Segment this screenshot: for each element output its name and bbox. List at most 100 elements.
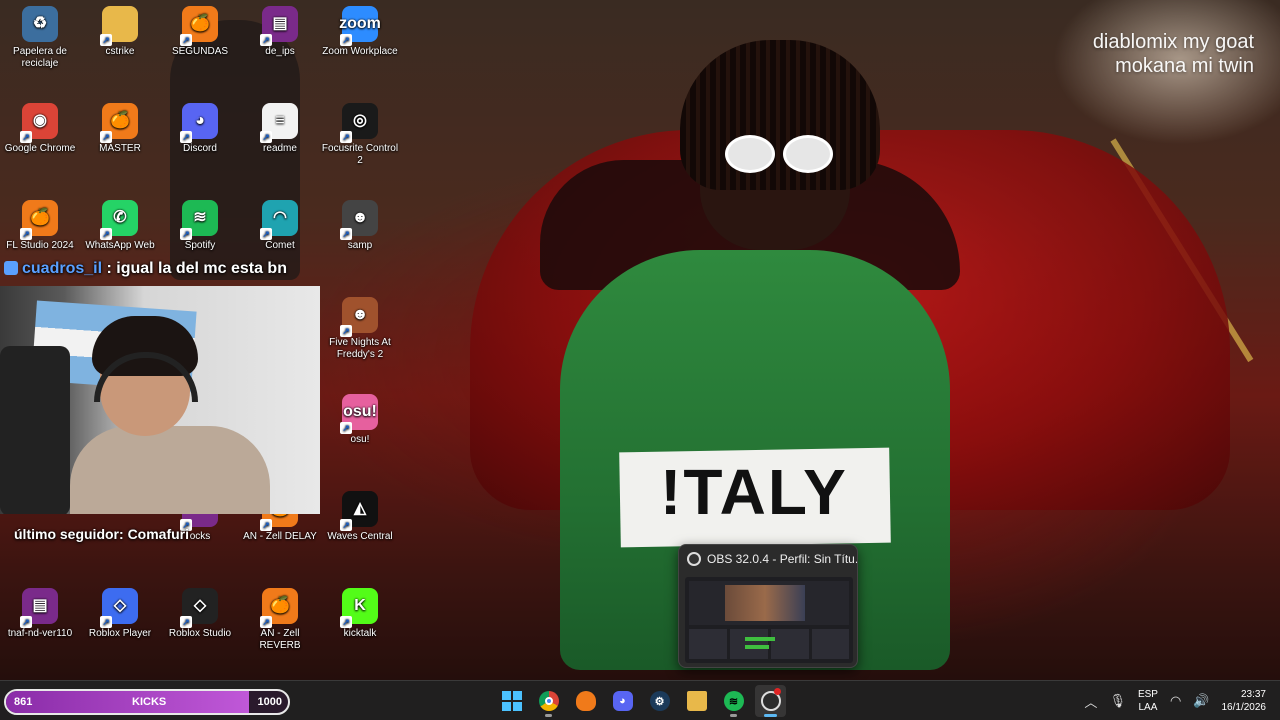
desktop-icon[interactable]: ≡readme: [240, 103, 320, 155]
stream-caption: diablomix my goat mokana mi twin: [1093, 30, 1254, 78]
obs-icon: [687, 552, 701, 566]
chat-badge-icon: [4, 261, 18, 275]
desktop-icon[interactable]: 🍊MASTER: [80, 103, 160, 155]
chevron-up-icon[interactable]: ︿: [1084, 692, 1097, 711]
chrome-icon: [538, 691, 559, 711]
chat-text: : igual la del mc esta bn: [102, 260, 287, 277]
desktop-icon[interactable]: ◉Google Chrome: [0, 103, 80, 155]
desktop-icon[interactable]: ✆WhatsApp Web: [80, 200, 160, 252]
desktop-icon-label: Roblox Player: [88, 628, 152, 639]
desktop-icon[interactable]: ☻Five Nights At Freddy's 2: [320, 297, 400, 361]
desktop-icon-label: Spotify: [184, 240, 216, 251]
desktop-icon[interactable]: osu!osu!: [320, 394, 400, 446]
windows-start-button[interactable]: [496, 685, 527, 717]
follower-label: último seguidor:: [14, 526, 128, 542]
desktop-icon[interactable]: ◠Comet: [240, 200, 320, 252]
taskbar-obs[interactable]: [755, 685, 786, 717]
follower-name: Comafuri: [127, 526, 190, 542]
desktop-icon[interactable]: ◕Discord: [160, 103, 240, 155]
desktop-icon-label: Roblox Studio: [168, 628, 232, 639]
desktop-icon-label: tnaf-nd-ver110: [7, 628, 73, 639]
taskbar-discord[interactable]: ◕: [607, 685, 638, 717]
desktop-icon[interactable]: ☻samp: [320, 200, 400, 252]
desktop-icon-label: FL Studio 2024: [6, 240, 74, 251]
taskbar: 861 KICKS 1000 ◕ ⚙ ≋ ︿ 🎙 ESP LAA ◠ 🔊 23:…: [0, 680, 1280, 720]
desktop-icon-label: de_ips: [265, 46, 295, 57]
fl-studio-icon: 🍊: [260, 588, 298, 628]
desktop-icon[interactable]: ◎Focusrite Control 2: [320, 103, 400, 167]
samp-icon: ☻: [340, 200, 378, 240]
taskbar-file-explorer[interactable]: [681, 685, 712, 717]
keyboard-layout: LAA: [1138, 702, 1158, 713]
streamer-body: [70, 426, 270, 514]
desktop-icon[interactable]: zoomZoom Workplace: [320, 6, 400, 58]
desktop-icon-label: Discord: [183, 143, 217, 154]
obs-window-preview[interactable]: OBS 32.0.4 - Perfil: Sin Títu...: [678, 544, 858, 668]
focusrite-icon: ◎: [340, 103, 378, 143]
desktop-icon-label: MASTER: [99, 143, 141, 154]
desktop-icon[interactable]: 🍊AN - Zell REVERB: [240, 588, 320, 652]
kicks-goal: 1000: [257, 696, 282, 708]
chat-username: cuadros_il: [22, 260, 103, 277]
desktop-icon[interactable]: cstrike: [80, 6, 160, 58]
fl-studio-icon: 🍊: [180, 6, 218, 46]
desktop-icon-label: Focusrite Control 2: [321, 143, 399, 166]
clock-date: 16/1/2026: [1221, 702, 1267, 713]
desktop-icon-label: AN - Zell DELAY: [243, 531, 317, 542]
taskbar-chrome[interactable]: [533, 685, 564, 717]
desktop-icon-label: Waves Central: [327, 531, 393, 542]
caption-line-2: mokana mi twin: [1115, 55, 1254, 77]
desktop-icon-label: Five Nights At Freddy's 2: [329, 337, 391, 360]
taskbar-fl-studio[interactable]: [570, 685, 601, 717]
roblox-icon: ◇: [100, 588, 138, 628]
wallpaper-shirt-text: !TALY: [660, 456, 848, 528]
desktop-icon-label: samp: [347, 240, 373, 251]
kicks-label: KICKS: [132, 696, 167, 708]
desktop-icon-label: Papelera de reciclaje: [13, 46, 67, 69]
desktop-icon[interactable]: 🍊FL Studio 2024: [0, 200, 80, 252]
kicks-progress-fill: [6, 691, 249, 713]
desktop-icon[interactable]: ▤tnaf-nd-ver110: [0, 588, 80, 640]
desktop-icon[interactable]: ◇Roblox Studio: [160, 588, 240, 640]
microphone-icon[interactable]: 🎙: [1109, 693, 1126, 709]
volume-icon[interactable]: 🔊: [1193, 693, 1209, 709]
file-explorer-icon: [686, 691, 707, 711]
zoom-icon: zoom: [339, 6, 381, 46]
desktop-icon[interactable]: ≋Spotify: [160, 200, 240, 252]
whatsapp-icon: ✆: [100, 200, 138, 240]
desktop-icon-label: SEGUNDAS: [171, 46, 229, 57]
desktop-icon[interactable]: Kkicktalk: [320, 588, 400, 640]
roblox-studio-icon: ◇: [180, 588, 218, 628]
winrar-icon: ▤: [20, 588, 58, 628]
language-indicator[interactable]: ESP LAA: [1138, 688, 1158, 714]
webcam-feed: [0, 286, 320, 514]
obs-preview-title: OBS 32.0.4 - Perfil: Sin Títu...: [707, 552, 857, 566]
desktop-icon[interactable]: ◭Waves Central: [320, 491, 400, 543]
obs-preview-image[interactable]: [685, 577, 853, 663]
fl-studio-icon: 🍊: [20, 200, 58, 240]
recycle-bin-icon: ♻: [22, 6, 58, 42]
taskbar-apps: ◕ ⚙ ≋: [496, 685, 786, 717]
desktop-icon-label: Google Chrome: [4, 143, 76, 154]
recording-badge: [774, 688, 781, 695]
chair: [0, 346, 70, 514]
desktop-icon[interactable]: ◇Roblox Player: [80, 588, 160, 640]
desktop-icon[interactable]: 🍊SEGUNDAS: [160, 6, 240, 58]
wifi-icon[interactable]: ◠: [1170, 693, 1181, 709]
desktop-icon-label: cstrike: [105, 46, 135, 57]
chrome-icon: ◉: [20, 103, 58, 143]
winrar-icon: ▤: [260, 6, 298, 46]
osu-icon: osu!: [340, 394, 378, 434]
caption-line-1: diablomix my goat: [1092, 31, 1254, 53]
wallpaper-sunglasses: [725, 135, 835, 175]
taskbar-steam[interactable]: ⚙: [644, 685, 675, 717]
waves-icon: ◭: [340, 491, 378, 531]
desktop-icon-label: Zoom Workplace: [322, 46, 398, 57]
desktop-icon[interactable]: ♻ Papelera de reciclaje: [0, 6, 80, 70]
taskbar-spotify[interactable]: ≋: [718, 685, 749, 717]
system-tray: ︿ 🎙 ESP LAA ◠ 🔊 23:37 16/1/2026: [1084, 681, 1280, 720]
desktop-icon[interactable]: ▤de_ips: [240, 6, 320, 58]
discord-icon: ◕: [612, 691, 633, 711]
clock[interactable]: 23:37 16/1/2026: [1222, 688, 1267, 714]
last-follower: último seguidor: Comafuri: [14, 526, 189, 542]
